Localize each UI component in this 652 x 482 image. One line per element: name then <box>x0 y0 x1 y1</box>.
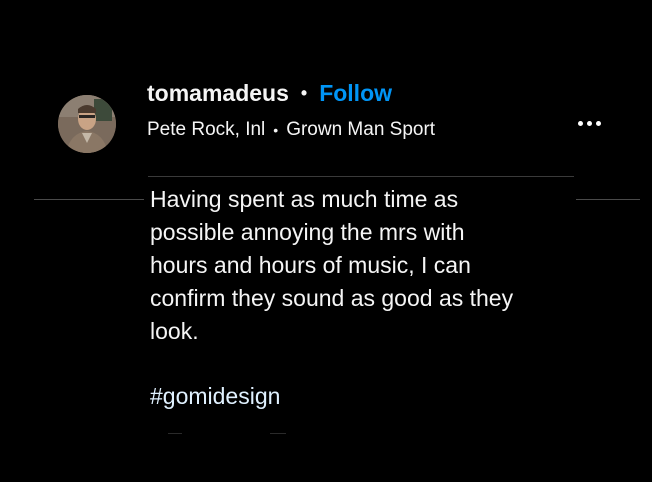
audio-separator: • <box>273 122 279 138</box>
left-divider <box>34 199 144 200</box>
audio-artist: Pete Rock, Inl <box>147 119 266 140</box>
header-divider <box>148 176 574 177</box>
caption-line: look. <box>150 318 199 344</box>
header-separator: • <box>300 82 308 103</box>
follow-button[interactable]: Follow <box>319 80 392 107</box>
username-link[interactable]: tomamadeus <box>147 80 289 107</box>
faded-mark <box>168 433 182 434</box>
faded-mark <box>270 433 286 434</box>
caption-line: Having spent as much time as <box>150 186 459 212</box>
avatar-photo <box>58 95 116 153</box>
post-caption: Having spent as much time as possible an… <box>150 183 590 348</box>
post-header: tomamadeus • Follow <box>147 78 392 108</box>
caption-line: possible annoying the mrs with <box>150 219 465 245</box>
more-dot <box>577 120 583 126</box>
hashtag-link[interactable]: #gomidesign <box>150 380 280 413</box>
faded-row-remnant <box>168 433 288 435</box>
audio-attribution[interactable]: Pete Rock, Inl • Grown Man Sport <box>147 117 435 143</box>
more-dot <box>595 120 601 126</box>
caption-line: confirm they sound as good as they <box>150 285 514 311</box>
more-dot <box>586 120 592 126</box>
more-options-icon[interactable] <box>571 113 607 133</box>
audio-track: Grown Man Sport <box>286 119 436 140</box>
caption-line: hours and hours of music, I can <box>150 252 471 278</box>
avatar[interactable] <box>58 95 116 153</box>
